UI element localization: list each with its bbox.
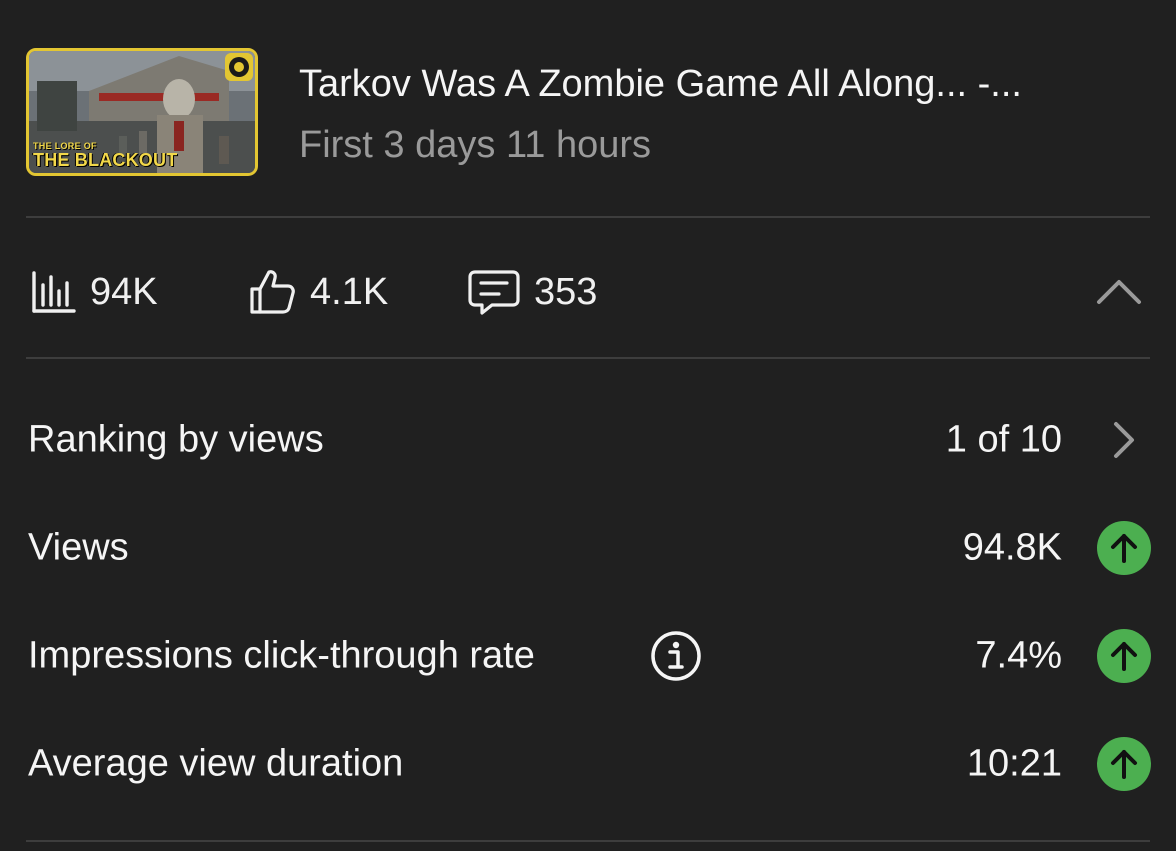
stats-divider bbox=[26, 357, 1150, 359]
comments-stat: 353 bbox=[468, 260, 597, 324]
metric-value: 7.4% bbox=[975, 634, 1062, 677]
comments-count: 353 bbox=[534, 270, 598, 313]
chevron-up-icon bbox=[1096, 277, 1142, 310]
views-count: 94K bbox=[90, 270, 158, 313]
metric-label: Ranking by views bbox=[28, 418, 324, 461]
bar-chart-icon bbox=[30, 269, 76, 315]
metric-value: 1 of 10 bbox=[945, 418, 1062, 461]
likes-count: 4.1K bbox=[310, 270, 389, 313]
video-analytics-card: THE LORE OF THE BLACKOUT Tarkov Was A Zo… bbox=[0, 0, 1176, 851]
metric-label: Average view duration bbox=[28, 742, 404, 785]
video-header[interactable]: THE LORE OF THE BLACKOUT Tarkov Was A Zo… bbox=[26, 48, 1150, 183]
metric-row-avg-duration: Average view duration 10:21 bbox=[26, 724, 1156, 804]
likes-stat: 4.1K bbox=[248, 260, 388, 324]
thumbs-up-icon bbox=[248, 268, 296, 316]
collapse-button[interactable] bbox=[1094, 268, 1144, 318]
metric-row-ctr: Impressions click-through rate 7.4% bbox=[26, 616, 1156, 696]
bottom-divider bbox=[26, 840, 1150, 842]
metric-value: 94.8K bbox=[962, 526, 1062, 569]
arrow-up-circle-icon bbox=[1097, 737, 1151, 791]
metric-row-views: Views 94.8K bbox=[26, 508, 1156, 588]
views-stat: 94K bbox=[30, 260, 158, 324]
metric-label: Views bbox=[28, 526, 129, 569]
arrow-up-circle-icon bbox=[1097, 629, 1151, 683]
metric-value: 10:21 bbox=[966, 742, 1062, 785]
thumbnail-caption: THE LORE OF THE BLACKOUT bbox=[33, 142, 178, 170]
video-title[interactable]: Tarkov Was A Zombie Game All Along... -.… bbox=[299, 63, 1139, 106]
stats-row: 94K 4.1K 353 bbox=[26, 260, 1150, 324]
thumbnail-caption-big: THE BLACKOUT bbox=[33, 150, 178, 170]
date-range: First 3 days 11 hours bbox=[299, 124, 652, 166]
comment-icon bbox=[468, 268, 520, 316]
video-thumbnail[interactable]: THE LORE OF THE BLACKOUT bbox=[26, 48, 258, 176]
arrow-up-circle-icon bbox=[1097, 521, 1151, 575]
chevron-right-icon[interactable] bbox=[1096, 412, 1152, 468]
metric-label: Impressions click-through rate bbox=[28, 634, 535, 677]
info-icon[interactable] bbox=[650, 630, 702, 682]
header-divider bbox=[26, 216, 1150, 218]
metric-row-ranking[interactable]: Ranking by views 1 of 10 bbox=[26, 400, 1156, 480]
